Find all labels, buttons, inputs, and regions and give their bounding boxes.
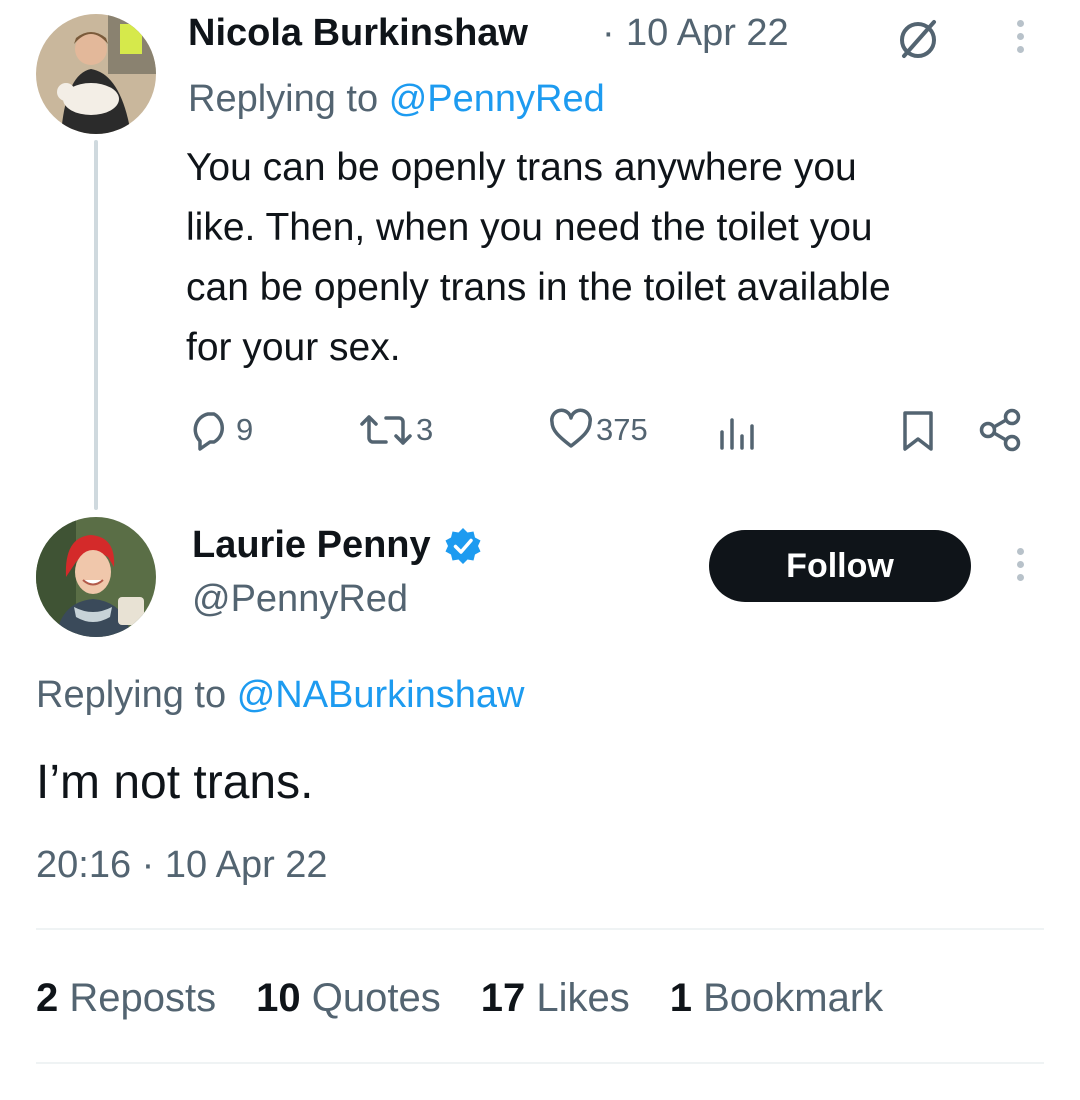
parent-date-separator: · (602, 12, 615, 54)
text-line: for your sex. (186, 326, 401, 369)
repost-count: 3 (416, 412, 434, 447)
main-author-handle[interactable]: @PennyRed (192, 578, 408, 621)
tweet-date: 10 Apr 22 (164, 844, 328, 886)
views-icon[interactable] (716, 412, 760, 457)
parent-author-name[interactable]: Nicola Burkinshaw (188, 12, 528, 55)
tweet-time: 20:16 (36, 844, 132, 886)
follow-button[interactable]: Follow (709, 530, 971, 602)
bookmarks-label: Bookmark (703, 976, 884, 1020)
text-line: You can be openly trans anywhere you (186, 146, 857, 189)
replying-handle-link[interactable]: @NABurkinshaw (237, 674, 525, 716)
reposts-label: Reposts (69, 976, 217, 1020)
avatar-photo (36, 517, 156, 637)
divider (36, 1062, 1044, 1064)
main-author-name[interactable]: Laurie Penny (192, 524, 431, 567)
main-author-row: Laurie Penny (192, 524, 483, 567)
avatar-laurie[interactable] (36, 517, 156, 637)
text-line: can be openly trans in the toilet availa… (186, 266, 891, 309)
repost-button[interactable]: 3 (356, 408, 433, 452)
bookmark-icon[interactable] (898, 408, 938, 459)
replying-handle-link[interactable]: @PennyRed (389, 78, 605, 120)
like-button[interactable]: 375 (548, 408, 648, 452)
replying-prefix: Replying to (188, 78, 379, 120)
parent-replying-to: Replying to @PennyRed (188, 78, 605, 121)
quotes-count: 10 (256, 976, 301, 1020)
avatar-nicola[interactable] (36, 14, 156, 134)
reply-button[interactable]: 9 (188, 408, 253, 452)
likes-count: 17 (480, 976, 526, 1020)
timestamp-separator: · (141, 844, 155, 886)
thread-line (94, 140, 98, 510)
share-icon[interactable] (976, 406, 1026, 459)
bookmarks-stat[interactable]: 1 Bookmark (670, 976, 883, 1021)
engagement-stats: 2 Reposts 10 Quotes 17 Likes 1 Bookmark (36, 976, 883, 1021)
likes-label: Likes (536, 976, 630, 1020)
reply-count: 9 (236, 412, 254, 447)
bookmarks-count: 1 (669, 976, 692, 1020)
parent-tweet-text: You can be openly trans anywhere you lik… (186, 138, 1056, 378)
likes-stat[interactable]: 17 Likes (481, 976, 630, 1021)
like-icon (550, 408, 592, 448)
no-symbol-icon (894, 16, 942, 69)
reply-icon (193, 412, 224, 451)
avatar-photo (36, 14, 156, 134)
parent-date[interactable]: 10 Apr 22 (626, 12, 789, 55)
repost-icon (360, 415, 412, 445)
quotes-label: Quotes (311, 976, 441, 1020)
reposts-count: 2 (36, 976, 59, 1020)
like-count: 375 (596, 412, 648, 447)
more-vertical-icon[interactable] (1017, 20, 1024, 53)
reposts-stat[interactable]: 2 Reposts (36, 976, 216, 1021)
quotes-stat[interactable]: 10 Quotes (256, 976, 441, 1021)
more-vertical-icon[interactable] (1017, 548, 1024, 581)
divider (36, 928, 1044, 930)
replying-prefix: Replying to (36, 674, 227, 716)
main-replying-to: Replying to @NABurkinshaw (36, 674, 524, 717)
main-tweet-text: I’m not trans. (36, 756, 314, 809)
main-tweet-timestamp[interactable]: 20:16 · 10 Apr 22 (36, 844, 328, 887)
text-line: like. Then, when you need the toilet you (186, 206, 873, 249)
verified-badge-icon (443, 526, 483, 566)
